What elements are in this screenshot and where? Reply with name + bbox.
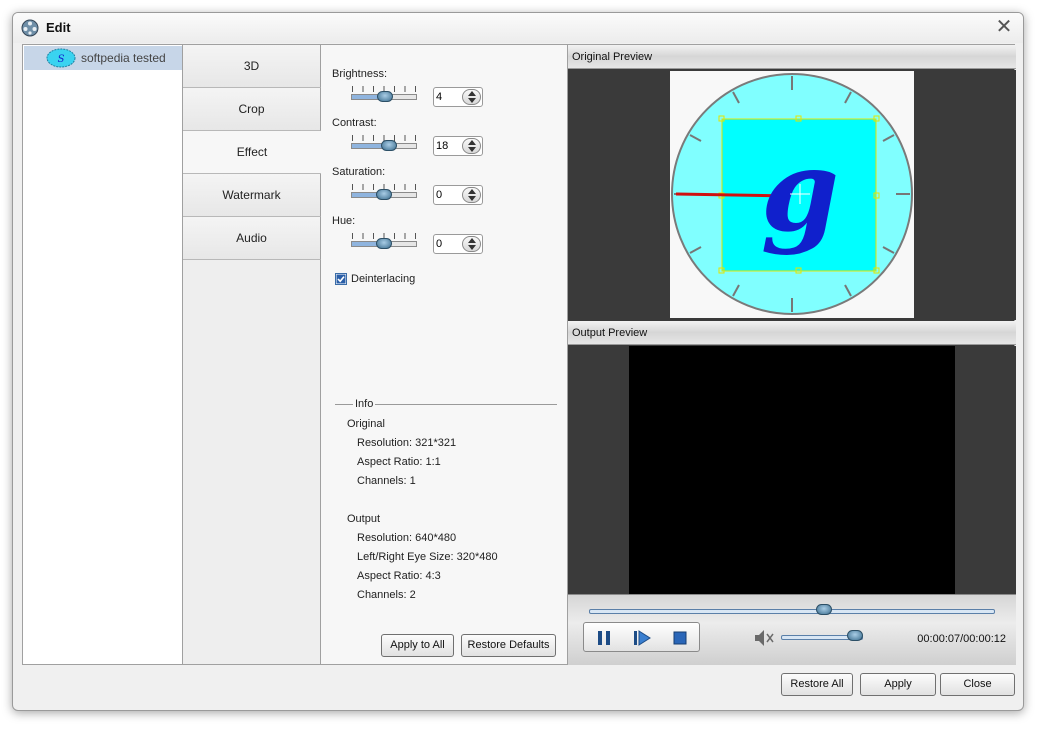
original-preview-area: g — [568, 70, 1016, 320]
saturation-label: Saturation: — [332, 166, 386, 178]
film-reel-icon — [21, 19, 39, 37]
output-preview-header: Output Preview — [568, 321, 1016, 345]
brightness-slider[interactable] — [351, 86, 417, 106]
stop-icon[interactable] — [670, 628, 690, 648]
hue-label: Hue: — [332, 215, 356, 227]
restore-all-button[interactable]: Restore All — [781, 673, 853, 696]
playback-controls: 00:00:07/00:00:12 — [568, 594, 1016, 665]
output-channels: Channels: 2 — [357, 589, 416, 601]
output-preview-area — [568, 346, 1016, 594]
checkmark-icon — [336, 274, 346, 284]
saturation-stepper — [433, 185, 483, 205]
arrow-up-icon — [468, 238, 476, 243]
original-resolution: Resolution: 321*321 — [357, 437, 457, 449]
output-aspect-ratio: Aspect Ratio: 4:3 — [357, 570, 441, 582]
file-list-item[interactable]: S softpedia tested — [24, 46, 182, 70]
title-bar: Edit ✕ — [13, 13, 1023, 43]
restore-defaults-button[interactable]: Restore Defaults — [461, 634, 556, 657]
saturation-slider[interactable] — [351, 184, 417, 204]
file-thumbnail: S — [46, 48, 76, 68]
slider-knob[interactable] — [376, 91, 393, 102]
original-aspect-ratio: Aspect Ratio: 1:1 — [357, 456, 441, 468]
thumbnail-letter: S — [58, 54, 65, 65]
info-title: Info — [353, 398, 376, 410]
pause-icon[interactable] — [594, 628, 614, 648]
tab-effect[interactable]: Effect — [183, 131, 321, 174]
step-forward-icon[interactable] — [632, 628, 652, 648]
deinterlacing-label: Deinterlacing — [351, 273, 416, 285]
arrow-down-icon — [468, 196, 476, 201]
brightness-input[interactable] — [436, 90, 460, 104]
contrast-stepper — [433, 136, 483, 156]
window-title: Edit — [46, 20, 71, 35]
brightness-spin-button[interactable] — [462, 89, 481, 105]
tab-crop[interactable]: Crop — [183, 88, 321, 131]
hue-slider[interactable] — [351, 233, 417, 253]
original-preview-image: g — [670, 71, 914, 318]
deinterlacing-checkbox[interactable] — [335, 273, 347, 285]
close-button[interactable]: Close — [940, 673, 1015, 696]
progress-slider[interactable] — [589, 609, 995, 614]
transport-buttons — [583, 622, 700, 652]
preview-panel: Original Preview g Output Preview 00:00:… — [567, 44, 1016, 665]
output-preview-label: Output Preview — [572, 327, 648, 339]
output-resolution: Resolution: 640*480 — [357, 532, 457, 544]
saturation-input[interactable] — [436, 188, 460, 202]
speaker-icon[interactable] — [753, 628, 775, 648]
saturation-spin-button[interactable] — [462, 187, 481, 203]
arrow-down-icon — [468, 147, 476, 152]
tab-3d[interactable]: 3D — [183, 45, 321, 88]
contrast-spin-button[interactable] — [462, 138, 481, 154]
arrow-down-icon — [468, 245, 476, 250]
original-preview-header: Original Preview — [568, 45, 1016, 69]
apply-button[interactable]: Apply — [860, 673, 936, 696]
output-eye-size: Left/Right Eye Size: 320*480 — [357, 551, 498, 563]
contrast-input[interactable] — [436, 139, 460, 153]
output-heading: Output — [347, 513, 381, 525]
edit-window: Edit ✕ S softpedia tested 3D Crop Effect… — [12, 12, 1024, 711]
brightness-label: Brightness: — [332, 68, 388, 80]
output-video — [629, 346, 955, 594]
arrow-up-icon — [468, 189, 476, 194]
hue-spin-button[interactable] — [462, 236, 481, 252]
apply-to-all-button[interactable]: Apply to All — [381, 634, 454, 657]
timecode: 00:00:07/00:00:12 — [917, 633, 1006, 645]
original-channels: Channels: 1 — [357, 475, 416, 487]
arrow-up-icon — [468, 140, 476, 145]
arrow-down-icon — [468, 98, 476, 103]
slider-knob[interactable] — [376, 189, 392, 200]
hue-stepper — [433, 234, 483, 254]
file-name: softpedia tested — [81, 51, 166, 65]
original-heading: Original — [347, 418, 385, 430]
contrast-label: Contrast: — [332, 117, 377, 129]
tab-audio[interactable]: Audio — [183, 217, 321, 260]
file-list: S softpedia tested — [22, 44, 183, 665]
arrow-up-icon — [468, 91, 476, 96]
contrast-slider[interactable] — [351, 135, 417, 155]
brightness-stepper — [433, 87, 483, 107]
close-icon[interactable]: ✕ — [993, 16, 1015, 38]
edit-tabs: 3D Crop Effect Watermark Audio — [183, 44, 321, 665]
slider-knob[interactable] — [381, 140, 398, 151]
slider-knob[interactable] — [376, 238, 392, 249]
progress-knob[interactable] — [816, 604, 833, 615]
hue-input[interactable] — [436, 237, 460, 251]
original-preview-label: Original Preview — [572, 51, 653, 63]
volume-knob[interactable] — [846, 630, 863, 641]
effect-settings-panel: Brightness: Contrast: Saturation: — [321, 44, 567, 665]
tab-watermark[interactable]: Watermark — [183, 174, 321, 217]
